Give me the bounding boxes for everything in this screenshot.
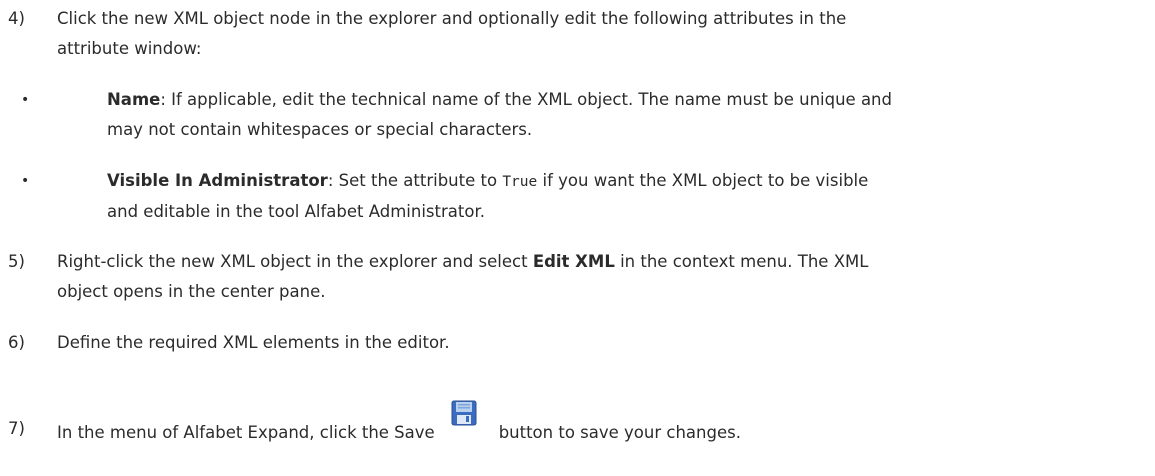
bullet-visible-in-administrator: • Visible In Administrator: Set the attr… <box>0 166 1150 227</box>
attribute-name: Visible In Administrator <box>107 171 328 190</box>
step-text-line: Define the required XML elements in the … <box>57 333 450 352</box>
step-text-segment: Right-click the new XML object in the ex… <box>57 252 533 271</box>
bullet-text-line: may not contain whitespaces or special c… <box>107 120 533 139</box>
attribute-name: Name <box>107 90 161 109</box>
step-number: 7) <box>8 419 25 438</box>
bullet-text-segment: if you want the XML object to be visible <box>537 171 869 190</box>
step-text-line: Click the new XML object node in the exp… <box>57 9 847 28</box>
step-4: 4) Click the new XML object node in the … <box>0 4 1150 64</box>
bullet-text-segment: : Set the attribute to <box>327 171 503 190</box>
bullet-name: • Name: If applicable, edit the technica… <box>0 85 1150 145</box>
step-text-line: attribute window: <box>57 39 202 58</box>
floppy-disk-save-icon <box>451 400 477 426</box>
attribute-value-code: True <box>502 174 538 190</box>
step-number: 4) <box>8 9 25 28</box>
step-text-segment: in the context menu. The XML <box>614 252 869 271</box>
bullet-text-line: : If applicable, edit the technical name… <box>160 90 892 109</box>
bullet-text-line: and editable in the tool Alfabet Adminis… <box>107 202 485 221</box>
step-text-segment: button to save your changes. <box>498 423 741 442</box>
bullet-text: Name: If applicable, edit the technical … <box>107 85 1142 145</box>
step-number: 6) <box>8 333 25 352</box>
bullet-text: Visible In Administrator: Set the attrib… <box>107 166 1142 227</box>
step-number: 5) <box>8 252 25 271</box>
step-5: 5) Right-click the new XML object in the… <box>0 247 1150 307</box>
step-text: Right-click the new XML object in the ex… <box>57 247 1150 307</box>
menu-item-edit-xml: Edit XML <box>532 252 615 271</box>
step-text-segment: In the menu of Alfabet Expand, click the… <box>57 423 435 442</box>
step-text-line: object opens in the center pane. <box>57 282 326 301</box>
step-text: In the menu of Alfabet Expand, click the… <box>57 400 1150 448</box>
step-text: Click the new XML object node in the exp… <box>57 4 1150 64</box>
bullet-icon: • <box>21 173 30 189</box>
step-text: Define the required XML elements in the … <box>57 328 1150 358</box>
step-6: 6) Define the required XML elements in t… <box>0 328 1150 358</box>
step-7: 7) In the menu of Alfabet Expand, click … <box>0 400 1150 448</box>
bullet-icon: • <box>21 92 30 108</box>
